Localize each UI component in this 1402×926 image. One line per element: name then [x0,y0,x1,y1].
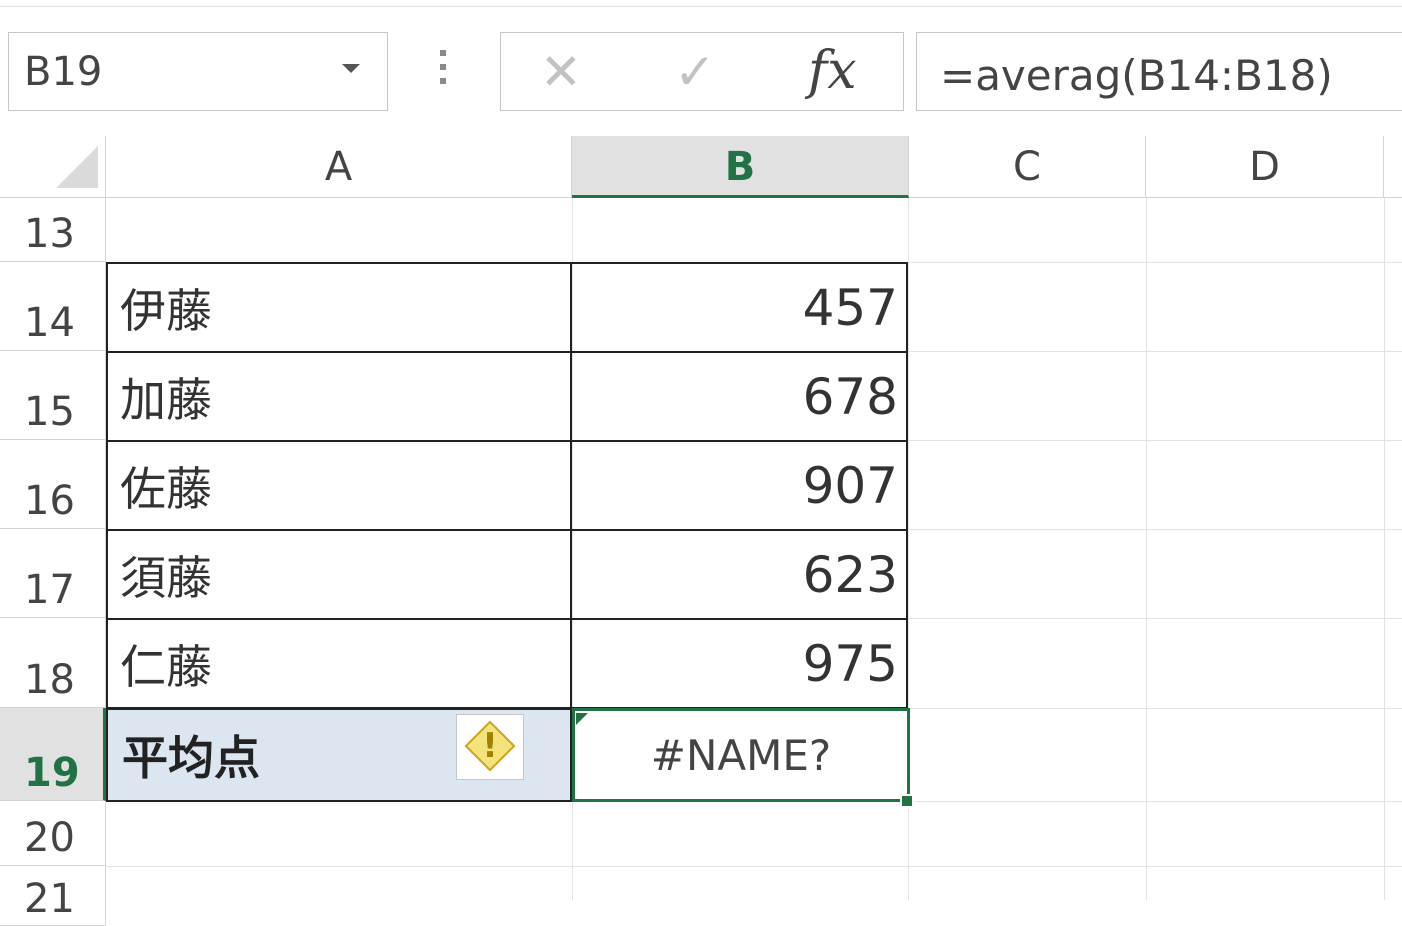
column-header-a[interactable]: A [106,136,572,198]
cancel-icon[interactable]: ✕ [540,46,582,98]
row-header-14[interactable]: 14 [0,262,106,351]
cell-b17[interactable]: 623 [572,531,908,620]
row-header-18[interactable]: 18 [0,618,106,708]
gridline [1384,198,1385,900]
chevron-down-icon[interactable] [342,64,360,73]
insert-function-icon[interactable]: fx [808,36,857,106]
row-header-21[interactable]: 21 [0,866,106,926]
formula-text: =averag(B14:B18) [940,51,1333,100]
cell-a16[interactable]: 佐藤 [106,442,572,531]
more-options-icon[interactable] [436,50,450,90]
column-header-b[interactable]: B [572,136,909,198]
row-header-16[interactable]: 16 [0,440,106,529]
cell-b19-active[interactable]: #NAME? [572,708,910,802]
cell-a14[interactable]: 伊藤 [106,264,572,353]
error-indicator-icon [576,713,588,725]
cell-b14[interactable]: 457 [572,264,908,353]
column-header-d[interactable]: D [1146,136,1384,198]
row-header-19[interactable]: 19 [0,708,106,801]
cell-b18[interactable]: 975 [572,620,908,709]
select-all-icon [56,146,98,188]
cell-a17[interactable]: 須藤 [106,531,572,620]
gridline [106,866,1402,867]
row-header-20[interactable]: 20 [0,801,106,866]
cell-b16[interactable]: 907 [572,442,908,531]
cell-a15[interactable]: 加藤 [106,353,572,442]
ribbon-edge [0,0,1402,7]
name-box-value: B19 [24,49,103,95]
row-header-13[interactable]: 13 [0,198,106,262]
cell-a18[interactable]: 仁藤 [106,620,572,709]
cell-b15[interactable]: 678 [572,353,908,442]
column-header-c[interactable]: C [909,136,1146,198]
fill-handle[interactable] [900,794,914,808]
column-header-e[interactable] [1384,136,1402,198]
enter-icon[interactable]: ✓ [674,46,716,98]
warning-mark: ! [482,726,498,766]
gridline [1146,198,1147,900]
row-header-15[interactable]: 15 [0,351,106,440]
row-header-17[interactable]: 17 [0,529,106,618]
